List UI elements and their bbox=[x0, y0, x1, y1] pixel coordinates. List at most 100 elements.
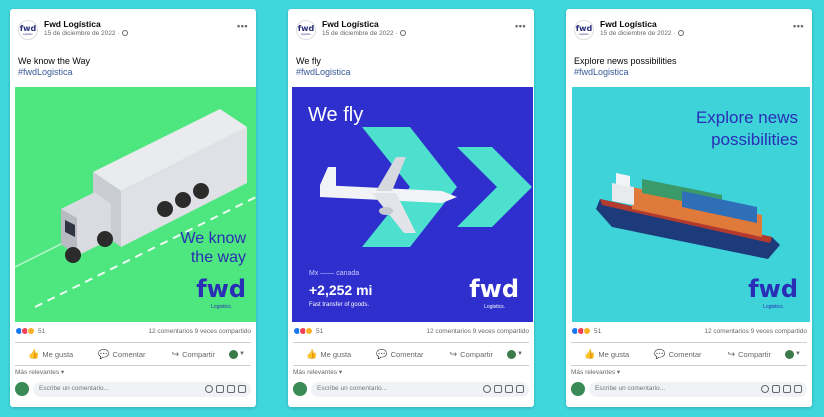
post-card: fwd Logistics. Fwd Logística 15 de dicie… bbox=[566, 9, 812, 407]
reactions-summary[interactable]: 51 bbox=[293, 327, 323, 335]
post-image[interactable]: We know the way fwd Logistics. bbox=[15, 87, 256, 322]
sticker-icon[interactable] bbox=[794, 385, 802, 393]
share-button[interactable]: ↪ Compartir bbox=[158, 349, 229, 360]
user-avatar bbox=[293, 382, 307, 396]
sticker-icon[interactable] bbox=[238, 385, 246, 393]
audience-selector[interactable]: ▼ bbox=[506, 349, 529, 359]
more-options-icon[interactable]: ••• bbox=[237, 21, 248, 31]
comment-button[interactable]: 💬 Comentar bbox=[364, 349, 435, 360]
post-caption: We fly #fwdLogistica bbox=[296, 56, 526, 78]
reactions-summary[interactable]: 51 bbox=[15, 327, 45, 335]
comment-composer bbox=[571, 382, 807, 398]
comment-label: Comentar bbox=[112, 349, 146, 359]
divider bbox=[293, 365, 529, 366]
post-date-text: 15 de diciembre de 2022 · bbox=[600, 30, 676, 37]
audience-avatar bbox=[506, 349, 516, 359]
post-actions: 👍 Me gusta 💬 Comentar ↪ Compartir ▼ bbox=[15, 345, 251, 363]
comment-box[interactable] bbox=[589, 382, 807, 397]
user-avatar bbox=[571, 382, 585, 396]
comment-icon: 💬 bbox=[376, 348, 388, 359]
emoji-icon[interactable] bbox=[761, 385, 769, 393]
brand-logo: fwd bbox=[748, 275, 798, 303]
sticker-icon[interactable] bbox=[516, 385, 524, 393]
comment-input[interactable] bbox=[595, 385, 715, 392]
reactions-summary[interactable]: 51 bbox=[571, 327, 601, 335]
comments-shares-count[interactable]: 12 comentarios 9 veces compartido bbox=[148, 328, 251, 335]
page-avatar[interactable]: fwd Logistics. bbox=[574, 20, 594, 40]
camera-icon[interactable] bbox=[216, 385, 224, 393]
emoji-icon[interactable] bbox=[483, 385, 491, 393]
image-headline-line2: the way bbox=[190, 249, 246, 266]
post-header: fwd Logistics. Fwd Logística 15 de dicie… bbox=[574, 18, 804, 40]
gif-icon[interactable] bbox=[505, 385, 513, 393]
comment-icon: 💬 bbox=[98, 348, 110, 359]
share-button[interactable]: ↪ Compartir bbox=[714, 349, 785, 360]
like-label: Me gusta bbox=[42, 349, 74, 359]
post-date-text: 15 de diciembre de 2022 · bbox=[44, 30, 120, 37]
caption-text: Explore news possibilities bbox=[574, 56, 677, 66]
post-caption: We know the Way #fwdLogistica bbox=[18, 56, 248, 78]
sort-comments[interactable]: Más relevantes ▾ bbox=[15, 368, 64, 376]
page-name[interactable]: Fwd Logística bbox=[44, 19, 101, 29]
camera-icon[interactable] bbox=[772, 385, 780, 393]
audience-selector[interactable]: ▼ bbox=[228, 349, 251, 359]
gif-icon[interactable] bbox=[227, 385, 235, 393]
avatar-logo-sub: Logistics. bbox=[22, 32, 34, 36]
image-headline: Explore news possibilities bbox=[696, 107, 798, 151]
page-avatar[interactable]: fwd Logistics. bbox=[18, 20, 38, 40]
comment-input[interactable] bbox=[317, 385, 437, 392]
comment-button[interactable]: 💬 Comentar bbox=[642, 349, 713, 360]
page-name[interactable]: Fwd Logística bbox=[600, 19, 657, 29]
sort-comments[interactable]: Más relevantes ▾ bbox=[293, 368, 342, 376]
like-label: Me gusta bbox=[320, 349, 352, 359]
more-options-icon[interactable]: ••• bbox=[793, 21, 804, 31]
post-card: fwd Logistics. Fwd Logística 15 de dicie… bbox=[10, 9, 256, 407]
post-date[interactable]: 15 de diciembre de 2022 · bbox=[322, 30, 407, 37]
brand-logo-sub: Logistics. bbox=[763, 304, 784, 310]
post-date[interactable]: 15 de diciembre de 2022 · bbox=[600, 30, 685, 37]
comment-box[interactable] bbox=[33, 382, 251, 397]
post-image[interactable]: Explore news possibilities fwd Logistics… bbox=[572, 87, 810, 322]
comment-input[interactable] bbox=[39, 385, 159, 392]
more-options-icon[interactable]: ••• bbox=[515, 21, 526, 31]
wow-reaction-icon bbox=[305, 327, 313, 335]
post-image[interactable]: We fly Mx —— canada +2,252 mi Fast trans… bbox=[292, 87, 533, 322]
like-button[interactable]: 👍 Me gusta bbox=[293, 349, 364, 360]
comment-composer bbox=[293, 382, 529, 398]
post-date[interactable]: 15 de diciembre de 2022 · bbox=[44, 30, 129, 37]
reaction-count: 51 bbox=[316, 327, 324, 335]
camera-icon[interactable] bbox=[494, 385, 502, 393]
hashtag-link[interactable]: #fwdLogistica bbox=[18, 67, 248, 78]
audience-avatar bbox=[784, 349, 794, 359]
post-stats: 51 12 comentarios 9 veces compartido bbox=[293, 327, 529, 339]
emoji-icon[interactable] bbox=[205, 385, 213, 393]
avatar-logo-text: fwd bbox=[297, 23, 315, 33]
page-name[interactable]: Fwd Logística bbox=[322, 19, 379, 29]
comments-shares-count[interactable]: 12 comentarios 9 veces compartido bbox=[426, 328, 529, 335]
post-card: fwd Logistics. Fwd Logística 15 de dicie… bbox=[288, 9, 534, 407]
audience-selector[interactable]: ▼ bbox=[784, 349, 807, 359]
gif-icon[interactable] bbox=[783, 385, 791, 393]
divider bbox=[15, 365, 251, 366]
reaction-count: 51 bbox=[594, 327, 602, 335]
post-caption: Explore news possibilities #fwdLogistica bbox=[574, 56, 804, 78]
post-header: fwd Logistics. Fwd Logística 15 de dicie… bbox=[296, 18, 526, 40]
share-label: Compartir bbox=[738, 349, 772, 359]
caption-text: We fly bbox=[296, 56, 321, 66]
comment-box[interactable] bbox=[311, 382, 529, 397]
comment-icon: 💬 bbox=[654, 348, 666, 359]
share-label: Compartir bbox=[182, 349, 216, 359]
hashtag-link[interactable]: #fwdLogistica bbox=[296, 67, 526, 78]
divider bbox=[571, 342, 807, 343]
like-button[interactable]: 👍 Me gusta bbox=[15, 349, 86, 360]
hashtag-link[interactable]: #fwdLogistica bbox=[574, 67, 804, 78]
post-actions: 👍 Me gusta 💬 Comentar ↪ Compartir ▼ bbox=[571, 345, 807, 363]
comment-button[interactable]: 💬 Comentar bbox=[86, 349, 157, 360]
comment-label: Comentar bbox=[668, 349, 702, 359]
brand-logo: fwd bbox=[196, 275, 246, 303]
sort-comments[interactable]: Más relevantes ▾ bbox=[571, 368, 620, 376]
share-button[interactable]: ↪ Compartir bbox=[436, 349, 507, 360]
page-avatar[interactable]: fwd Logistics. bbox=[296, 20, 316, 40]
like-button[interactable]: 👍 Me gusta bbox=[571, 349, 642, 360]
comments-shares-count[interactable]: 12 comentarios 9 veces compartido bbox=[704, 328, 807, 335]
